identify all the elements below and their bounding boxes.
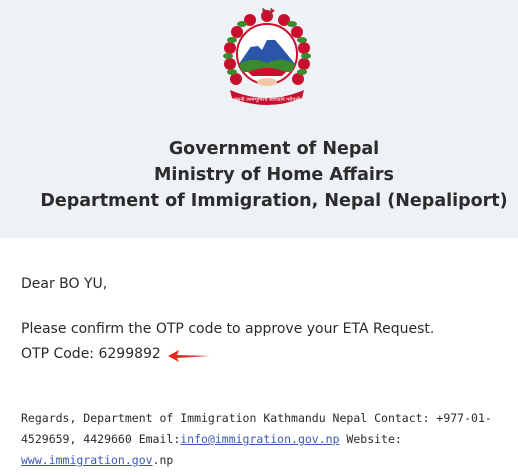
confirm-text: Please confirm the OTP code to approve y… (21, 321, 435, 337)
nepal-emblem-icon: जननी जन्मभूमिश्च स्वर्गादपि गरीयसी (223, 8, 311, 105)
otp-code-text: OTP Code: 6299892 (21, 346, 161, 362)
svg-text:जननी जन्मभूमिश्च स्वर्गादपि गर: जननी जन्मभूमिश्च स्वर्गादपि गरीयसी (234, 96, 301, 103)
footer-website-tail: .np (152, 453, 174, 467)
email-header: जननी जन्मभूमिश्च स्वर्गादपि गरीयसी Gover… (0, 0, 518, 238)
greeting-text: Dear BO YU, (21, 276, 108, 292)
red-arrow-left-icon (168, 350, 210, 362)
email-link[interactable]: info@immigration.gov.np (180, 432, 339, 446)
email-page: जननी जन्मभूमिश्च स्वर्गादपि गरीयसी Gover… (0, 0, 518, 475)
footer-website-label: Website: (339, 432, 402, 446)
org-government: Government of Nepal (168, 139, 380, 159)
org-department: Department of Immigration, Nepal (Nepali… (40, 191, 508, 211)
website-link[interactable]: www.immigration.gov (21, 453, 153, 467)
org-ministry: Ministry of Home Affairs (154, 165, 394, 185)
footer-signature: Regards, Department of Immigration Kathm… (21, 408, 511, 471)
